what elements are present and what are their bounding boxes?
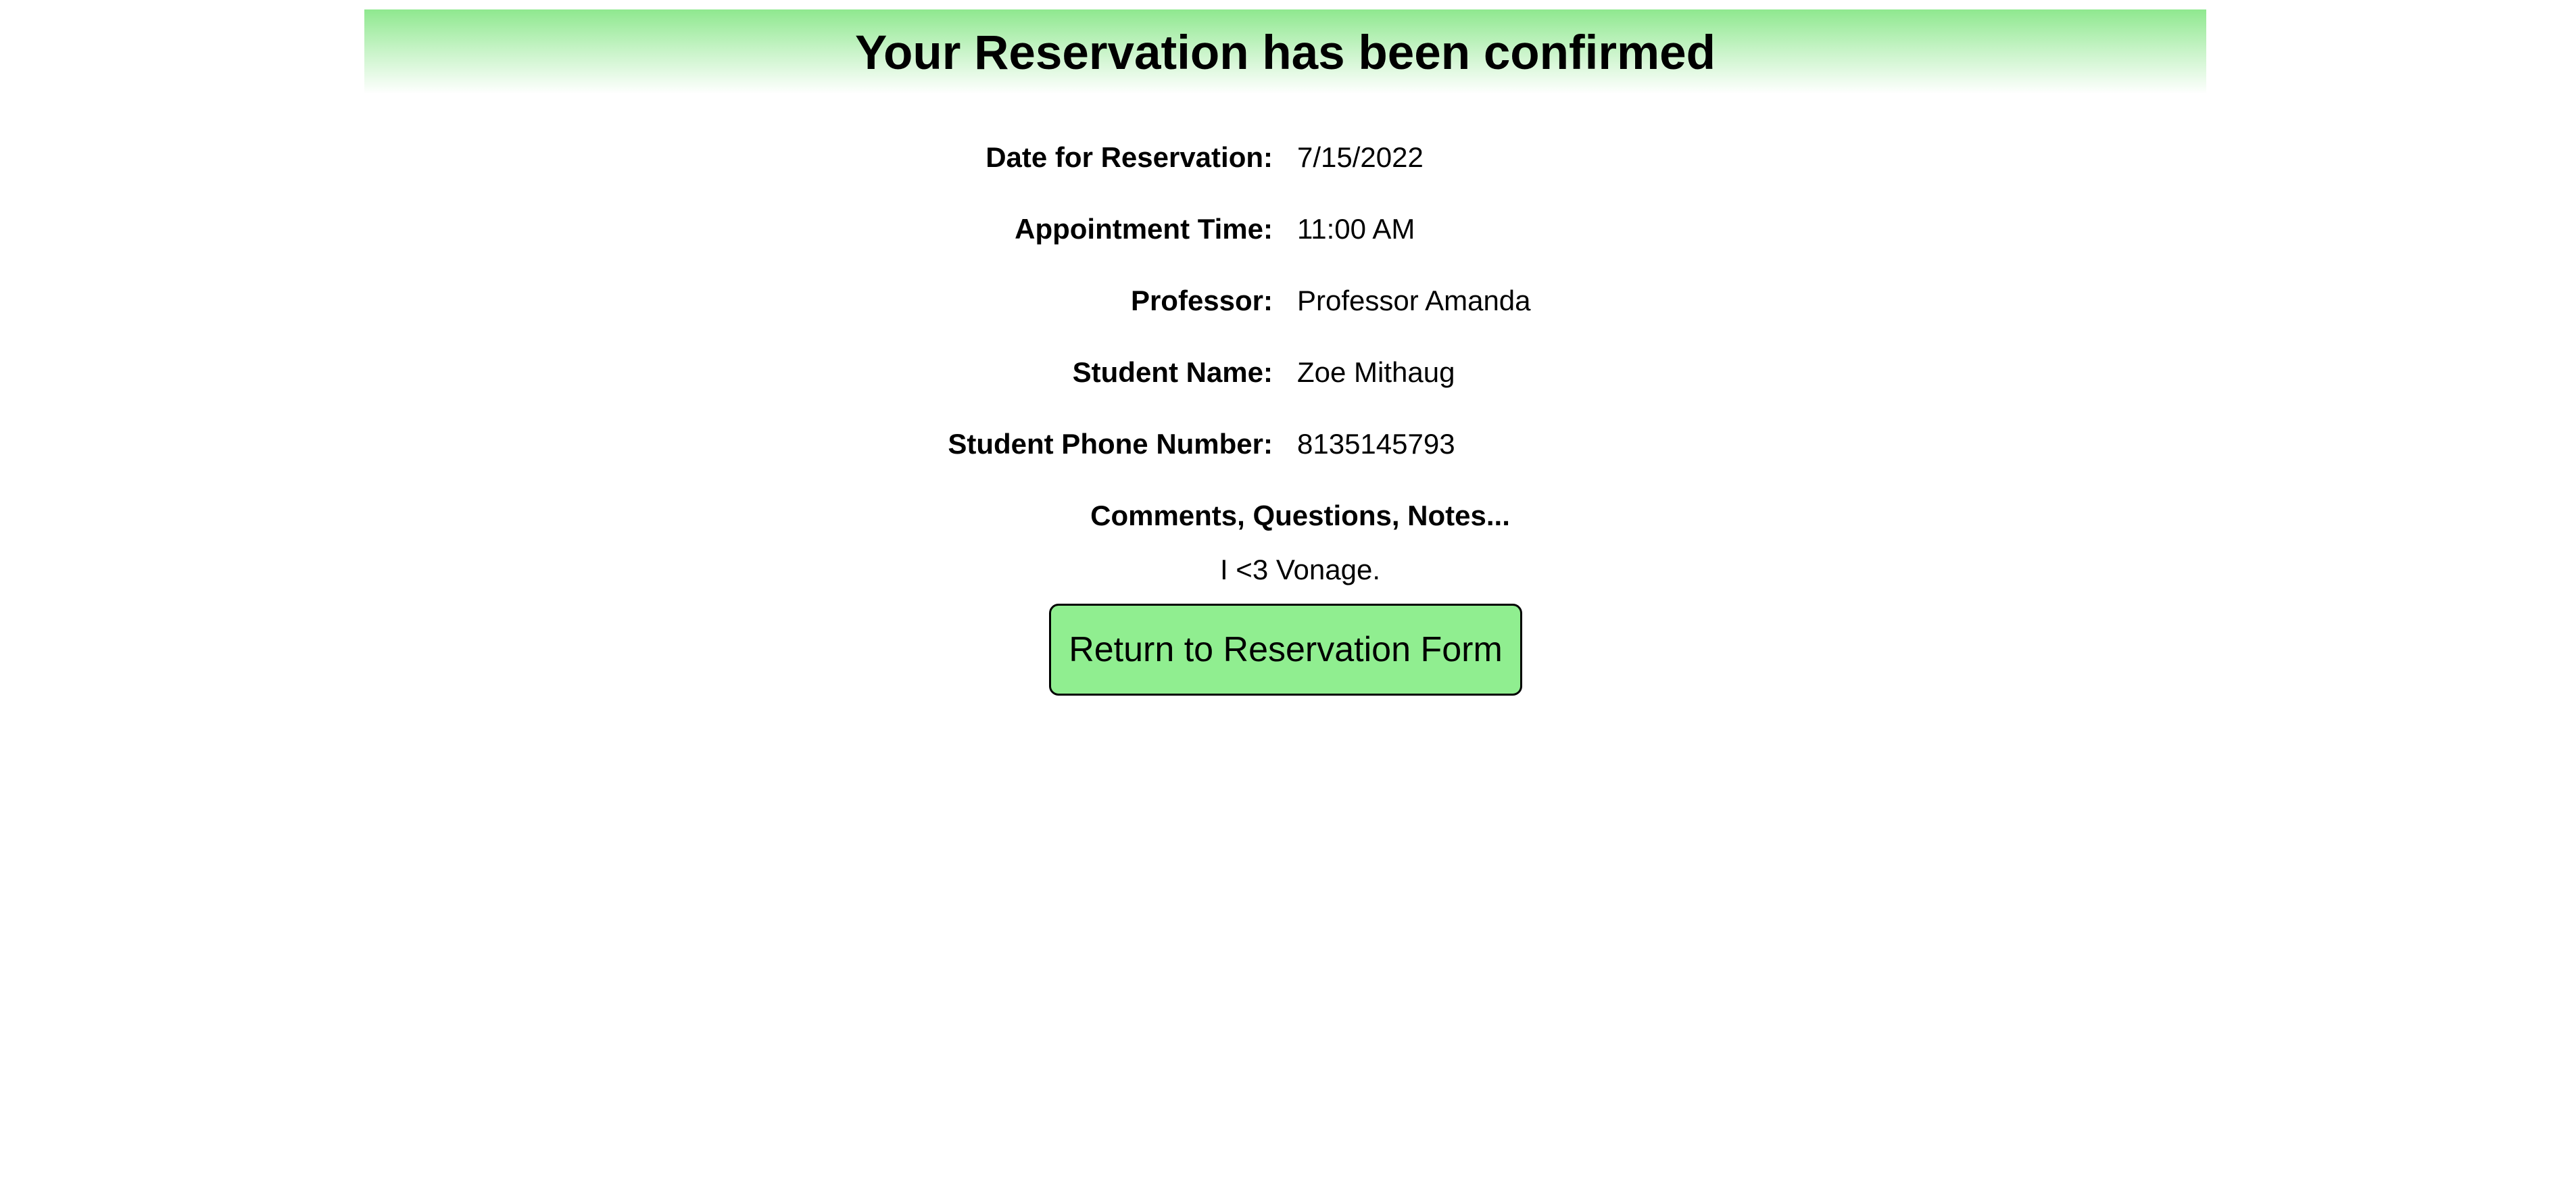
professor-label: Professor: <box>1130 285 1273 316</box>
detail-row-date: Date for Reservation: 7/15/2022 <box>0 137 2576 178</box>
professor-value: Professor Amanda <box>1297 285 1531 316</box>
comments-heading: Comments, Questions, Notes... <box>1090 500 1510 531</box>
time-value: 11:00 AM <box>1297 213 1415 245</box>
date-label: Date for Reservation: <box>986 141 1273 173</box>
detail-row-student-phone: Student Phone Number: 8135145793 <box>0 424 2576 464</box>
detail-row-student-name: Student Name: Zoe Mithaug <box>0 352 2576 393</box>
comments-text: I <3 Vonage. <box>1219 554 1381 585</box>
time-label: Appointment Time: <box>1015 213 1273 245</box>
confirmation-banner: Your Reservation has been confirmed <box>364 9 2206 94</box>
student-phone-value: 8135145793 <box>1297 428 1455 460</box>
date-value: 7/15/2022 <box>1297 141 1424 173</box>
page-title: Your Reservation has been confirmed <box>854 26 1716 80</box>
student-phone-label: Student Phone Number: <box>948 428 1273 460</box>
student-name-value: Zoe Mithaug <box>1297 356 1455 388</box>
detail-row-time: Appointment Time: 11:00 AM <box>0 209 2576 249</box>
detail-row-professor: Professor: Professor Amanda <box>0 281 2576 321</box>
return-to-form-button[interactable]: Return to Reservation Form <box>1049 604 1522 696</box>
student-name-label: Student Name: <box>1072 356 1273 388</box>
